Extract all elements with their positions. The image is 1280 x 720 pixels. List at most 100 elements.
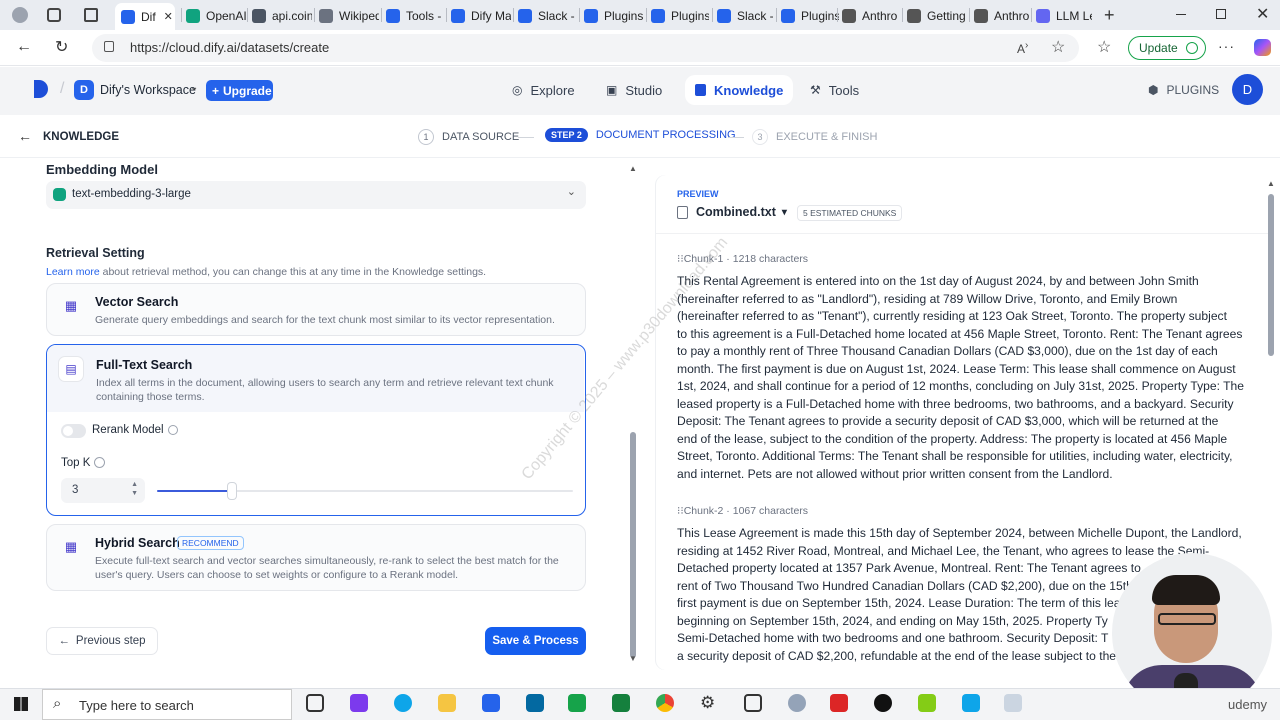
plugins-button[interactable]: ⬢ PLUGINS [1148, 78, 1219, 102]
edge-icon[interactable] [394, 694, 412, 712]
taskbar-search-box[interactable]: ⌕ Type here to search [42, 689, 292, 720]
file-selector[interactable]: Combined.txt ▾ [677, 205, 787, 219]
rerank-model-label: Rerank Model [92, 424, 164, 436]
tab[interactable]: Wikiped [319, 4, 379, 28]
app-icon[interactable] [918, 694, 936, 712]
tab[interactable]: Getting [907, 4, 967, 28]
sparkle-icon: + [212, 83, 220, 98]
close-window-button[interactable]: ✕ [1256, 4, 1269, 24]
chunk-line: (hereinafter referred to as "Tenant"), c… [677, 309, 1227, 323]
acrobat-icon[interactable] [830, 694, 848, 712]
nav-tools-label: Tools [828, 82, 860, 98]
tab-favicon-icon [252, 9, 266, 23]
tab[interactable]: Dify Ma [451, 4, 511, 28]
top-k-slider-thumb[interactable] [227, 483, 236, 499]
cube-icon: ⬢ [1148, 83, 1159, 97]
app-icon[interactable] [350, 694, 368, 712]
nav-studio[interactable]: ▣ Studio [606, 78, 662, 102]
tab[interactable]: Slack - [717, 4, 773, 28]
help-icon[interactable] [168, 425, 178, 435]
tab-favicon-icon [186, 9, 200, 23]
new-tab-button[interactable]: + [1104, 5, 1115, 26]
help-icon[interactable] [94, 457, 105, 468]
app-icon[interactable] [744, 694, 762, 712]
chevron-down-icon[interactable]: ⌄ [190, 82, 198, 93]
settings-icon[interactable]: ⚙ [700, 694, 718, 712]
learn-more-link[interactable]: Learn more [46, 266, 100, 278]
upgrade-label: Upgrade [223, 83, 272, 98]
windows-start-icon[interactable] [14, 697, 28, 711]
nav-explore[interactable]: ◎ Explore [512, 78, 575, 102]
workspace-avatar[interactable]: D [74, 80, 94, 100]
tab[interactable]: Plugins [584, 4, 644, 28]
app-icon[interactable] [788, 694, 806, 712]
favorite-icon[interactable]: ☆ [1051, 37, 1065, 57]
left-scrollbar-thumb[interactable] [630, 432, 636, 658]
app-icon[interactable] [962, 694, 980, 712]
tab-separator [1031, 8, 1032, 22]
nav-tools[interactable]: ⚒ Tools [810, 78, 859, 102]
close-tab-icon[interactable]: ✕ [164, 10, 173, 23]
nav-studio-label: Studio [625, 82, 663, 98]
lock-icon[interactable] [104, 41, 114, 52]
grid-icon: ▦ [64, 539, 78, 554]
profile-icon[interactable] [12, 7, 28, 23]
workspaces-icon[interactable] [47, 8, 61, 22]
read-aloud-icon[interactable]: A› [1017, 40, 1028, 56]
previous-step-button[interactable]: ← Previous step [46, 627, 158, 655]
tab[interactable]: Slack - [518, 4, 576, 28]
vector-search-card[interactable]: ▦ Vector Search Generate query embedding… [46, 283, 586, 336]
full-text-search-card[interactable]: ▤ Full-Text Search Index all terms in th… [46, 344, 586, 516]
rerank-toggle[interactable] [61, 424, 86, 438]
app-icon[interactable] [1004, 694, 1022, 712]
tab[interactable]: api.coin [252, 4, 312, 28]
tab[interactable]: LLM Le [1036, 4, 1092, 28]
copilot-icon[interactable] [1254, 39, 1271, 56]
tab[interactable]: Plugins [651, 4, 709, 28]
left-scrollbar-down[interactable]: ▼ [629, 654, 637, 663]
excel-icon[interactable] [612, 694, 630, 712]
preview-scrollbar-up[interactable]: ▲ [1267, 179, 1275, 188]
tab[interactable]: Tools - [386, 4, 444, 28]
left-scrollbar-up[interactable]: ▲ [629, 164, 637, 173]
app-icon[interactable] [568, 694, 586, 712]
favorites-bar-icon[interactable]: ☆ [1097, 37, 1111, 57]
file-explorer-icon[interactable] [438, 694, 456, 712]
upgrade-button[interactable]: + Upgrade [206, 80, 273, 101]
tab-active[interactable]: Dif ✕ [115, 3, 175, 30]
stepper-icon[interactable]: ▲ ▼ [131, 480, 138, 498]
app-icon[interactable] [874, 694, 892, 712]
save-and-process-button[interactable]: Save & Process [485, 627, 586, 655]
tab[interactable]: OpenAI [186, 4, 248, 28]
tab-actions-icon[interactable] [84, 8, 98, 22]
task-view-icon[interactable] [306, 694, 324, 712]
chunk-line: Deposit: The Tenant agrees to provide a … [677, 414, 1219, 428]
embedding-model-select[interactable]: text-embedding-3-large ⌄ [46, 181, 586, 209]
back-icon[interactable]: ← [16, 38, 32, 56]
url-text[interactable]: https://cloud.dify.ai/datasets/create [130, 40, 329, 55]
retrieval-setting-label: Retrieval Setting [46, 246, 145, 260]
preview-scrollbar-thumb[interactable] [1268, 194, 1274, 356]
knowledge-back-link[interactable]: KNOWLEDGE [43, 131, 119, 143]
top-k-input[interactable]: 3 ▲ ▼ [61, 478, 145, 503]
user-avatar[interactable]: D [1232, 74, 1263, 105]
minimize-button[interactable] [1176, 14, 1186, 15]
more-menu-icon[interactable]: ··· [1218, 38, 1235, 54]
chunk-line: This Rental Agreement is entered into on… [677, 274, 1199, 288]
update-label: Update [1139, 41, 1178, 55]
tab[interactable]: Anthro [842, 4, 900, 28]
outlook-icon[interactable] [526, 694, 544, 712]
top-k-slider-track[interactable] [157, 483, 573, 499]
hybrid-search-card[interactable]: ▦ Hybrid Search RECOMMEND Execute full-t… [46, 524, 586, 591]
nav-knowledge[interactable]: Knowledge [685, 75, 794, 105]
vector-search-title: Vector Search [95, 295, 179, 309]
tab[interactable]: Anthro [974, 4, 1030, 28]
refresh-icon[interactable]: ↻ [55, 37, 68, 57]
maximize-button[interactable] [1216, 9, 1226, 19]
update-button[interactable]: Update [1128, 36, 1206, 60]
chrome-icon[interactable] [656, 694, 674, 712]
store-icon[interactable] [482, 694, 500, 712]
arrow-left-icon[interactable]: ← [18, 128, 32, 144]
tab[interactable]: Plugins [781, 4, 839, 28]
workspace-name[interactable]: Dify's Workspace [100, 83, 196, 97]
